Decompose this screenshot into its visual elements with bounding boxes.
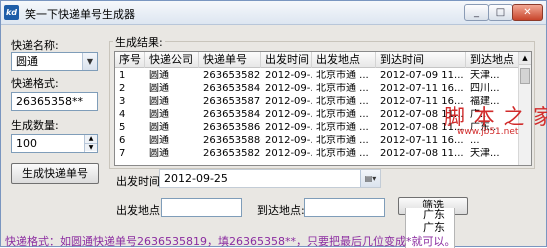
app-logo-icon: kd — [4, 5, 19, 20]
table-cell: 2012-07-09 11... — [380, 70, 464, 81]
table-cell: 天津... — [470, 70, 500, 81]
table-cell: 2012-09-... — [265, 83, 312, 94]
depart-place-input[interactable] — [161, 198, 242, 217]
table-cell: 2012-07-11 16... — [380, 83, 464, 94]
table-cell: 北京市通 ... — [316, 135, 369, 146]
chevron-down-icon[interactable]: ▼ — [82, 53, 97, 70]
arrive-place-input[interactable] — [304, 198, 385, 217]
depart-time-label: 出发时间: — [116, 175, 164, 188]
table-cell: 2012-09-... — [265, 122, 312, 133]
quantity-value: 100 — [16, 137, 37, 150]
table-cell: 圆通 — [149, 96, 169, 107]
close-button[interactable]: ✕ — [512, 4, 543, 21]
table-cell: 2636535846 — [203, 83, 261, 94]
table-cell: 2012-09-... — [265, 70, 312, 81]
app-window: kd 笑一下快递单号生成器 _ □ ✕ 快递名称: 圆通 ▼ 快递格式: 263… — [0, 0, 547, 248]
results-group-title: 生成结果: — [113, 34, 165, 50]
table-cell: 北京市通 ... — [316, 109, 369, 120]
column-header[interactable]: 快递公司 — [145, 52, 199, 68]
quantity-label: 生成数量: — [11, 119, 59, 132]
table-cell: 3 — [119, 96, 126, 107]
table-cell: 圆通 — [149, 122, 169, 133]
calendar-icon[interactable]: ▤▾ — [360, 170, 380, 187]
watermark-url: www.jb51.net — [457, 127, 519, 137]
table-cell: 圆通 — [149, 135, 169, 146]
table-cell: 5 — [119, 122, 126, 133]
table-cell: 2636535871 — [203, 96, 261, 107]
table-cell: 北京市通 ... — [316, 148, 369, 159]
table-cell: 圆通 — [149, 70, 169, 81]
depart-time-value: 2012-09-25 — [164, 172, 228, 185]
column-header[interactable]: 序号 — [115, 52, 145, 68]
table-row[interactable]: 2 圆通 2636535846 2012-09-... 北京市通 ... 2012-07-… — [115, 83, 519, 94]
table-cell: 7 — [119, 148, 126, 159]
courier-format-input[interactable]: 26365358** — [11, 92, 98, 111]
table-row[interactable]: 7 圆通 2636535827 2012-09-... 北京市通 ... 2012-07-… — [115, 148, 519, 159]
table-cell: 2636535827 — [203, 148, 261, 159]
table-cell: 2636535880 — [203, 135, 261, 146]
table-cell: 北京市通 ... — [316, 96, 369, 107]
depart-time-picker[interactable]: 2012-09-25 ▤▾ — [159, 169, 381, 188]
spin-up-icon[interactable]: ▲ — [85, 135, 97, 143]
table-cell: 圆通 — [149, 109, 169, 120]
dropdown-item[interactable]: 广东 — [406, 208, 454, 221]
table-cell: 四川... — [470, 83, 500, 94]
scroll-up-icon[interactable]: ▲ — [519, 52, 531, 65]
generate-button[interactable]: 生成快递单号 — [11, 163, 99, 184]
courier-format-label: 快递格式: — [11, 77, 59, 90]
column-header[interactable]: 到达时间 — [376, 52, 466, 68]
arrive-place-label: 到达地点: — [257, 204, 305, 217]
table-cell: 2012-07-08 11... — [380, 148, 464, 159]
column-header[interactable]: 出发时间 — [261, 52, 312, 68]
table-cell: 2636535867 — [203, 122, 261, 133]
window-title: 笑一下快递单号生成器 — [25, 8, 135, 21]
column-header[interactable]: 到达地点 — [466, 52, 519, 68]
table-cell: 天津... — [470, 148, 500, 159]
table-cell: 圆通 — [149, 148, 169, 159]
table-cell: 北京市通 ... — [316, 83, 369, 94]
title-bar[interactable]: kd 笑一下快递单号生成器 _ □ ✕ — [1, 1, 546, 25]
quantity-spinner[interactable]: ▲ ▼ — [84, 135, 97, 152]
courier-name-value: 圆通 — [16, 55, 38, 68]
table-cell: 北京市通 ... — [316, 70, 369, 81]
spin-down-icon[interactable]: ▼ — [85, 143, 97, 151]
table-row[interactable]: 1 圆通 2636535828 2012-09-... 北京市通 ... 2012-07-… — [115, 70, 519, 81]
table-cell: 2012-09-... — [265, 109, 312, 120]
table-cell: 圆通 — [149, 83, 169, 94]
table-cell: 4 — [119, 109, 126, 120]
courier-name-label: 快递名称: — [11, 39, 59, 52]
depart-place-label: 出发地点: — [116, 204, 164, 217]
minimize-button[interactable]: _ — [464, 4, 489, 21]
table-cell: 2012-09-... — [265, 135, 312, 146]
scroll-thumb[interactable] — [520, 68, 530, 84]
table-cell: 2636535828 — [203, 70, 261, 81]
quantity-stepper[interactable]: 100 ▲ ▼ — [11, 134, 98, 153]
table-cell: 2012-09-... — [265, 148, 312, 159]
column-header[interactable]: 出发地点 — [312, 52, 376, 68]
table-cell: 6 — [119, 135, 126, 146]
status-hint: 快递格式：如圆通快递单号2636535819，填26365358**，只要把最后… — [5, 235, 456, 248]
table-cell: 2636535848 — [203, 109, 261, 120]
table-cell: 2012-07-11 16... — [380, 135, 464, 146]
list-header: 序号 快递公司 快递单号 出发时间 出发地点 到达时间 到达地点 — [115, 52, 519, 68]
courier-name-combo[interactable]: 圆通 ▼ — [11, 52, 98, 71]
dropdown-item[interactable]: 广东 — [406, 221, 454, 234]
table-cell: 2 — [119, 83, 126, 94]
table-cell: 1 — [119, 70, 126, 81]
maximize-button[interactable]: □ — [488, 4, 513, 21]
table-cell: 2012-09-... — [265, 96, 312, 107]
table-cell: 北京市通 ... — [316, 122, 369, 133]
column-header[interactable]: 快递单号 — [199, 52, 261, 68]
